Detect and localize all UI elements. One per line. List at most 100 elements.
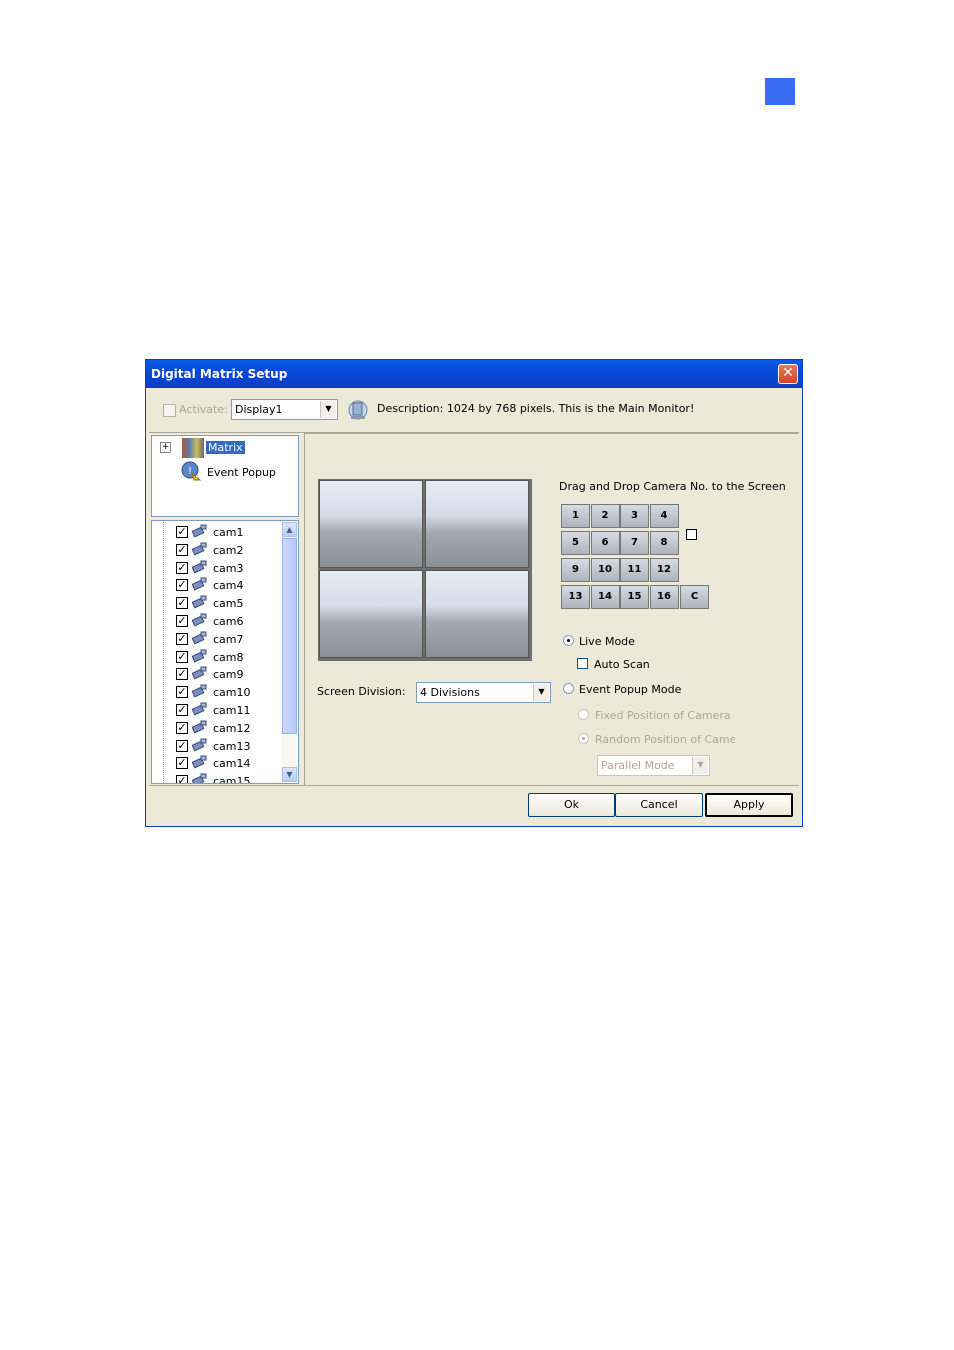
camera-checkbox[interactable]: ✓ [176,721,188,734]
camera-number-button[interactable]: 1 [561,504,590,528]
camera-number-button[interactable]: 8 [649,531,679,555]
camera-checkbox[interactable]: ✓ [176,739,188,752]
camera-list-item[interactable]: ✓ cam3 [152,559,282,577]
button-separator [149,785,799,786]
chevron-down-icon: ▼ [320,401,336,418]
matrix-panel: Drag and Drop Camera No. to the Screen 1… [304,433,798,785]
camera-number-button[interactable]: 14 [590,585,620,609]
screen-cell-4[interactable] [425,570,529,658]
event-popup-mode-label: Event Popup Mode [579,683,682,696]
digital-matrix-setup-dialog: Digital Matrix Setup ✕ Activate: Display… [145,359,803,827]
camera-number-button[interactable]: 3 [620,504,649,528]
apply-button[interactable]: Apply [705,793,793,817]
camera-label: cam8 [213,650,244,664]
camera-icon [192,738,207,752]
camera-list-item[interactable]: ✓ cam11 [152,701,282,719]
camera-number-button[interactable]: 4 [649,504,679,528]
camera-list-item[interactable]: ✓ cam14 [152,754,282,772]
tree-item-matrix[interactable]: Matrix [205,440,246,455]
camera-number-button[interactable]: 7 [620,531,649,555]
camera-list-item[interactable]: ✓ cam1 [152,523,282,541]
camera-checkbox[interactable]: ✓ [176,650,188,663]
camera-number-button[interactable]: 11 [620,558,649,582]
camera-number-button[interactable]: 2 [590,504,620,528]
mode-tree: + Matrix ! Event Popup [151,435,299,517]
camera-list-item[interactable]: ✓ cam6 [152,612,282,630]
camera-list-item[interactable]: ✓ cam5 [152,594,282,612]
camera-number-button[interactable]: 10 [590,558,620,582]
screen-cell-1[interactable] [319,480,423,568]
live-mode-radio[interactable] [563,635,574,646]
camera-list-item[interactable]: ✓ cam15 [152,772,282,784]
camera-checkbox[interactable]: ✓ [176,526,188,538]
layout-square-icon[interactable] [686,529,697,540]
auto-scan-label: Auto Scan [594,658,650,671]
camera-list-item[interactable]: ✓ cam2 [152,541,282,559]
scroll-up-icon[interactable]: ▲ [282,522,297,537]
camera-checkbox[interactable]: ✓ [176,668,188,681]
screen-division-label: Screen Division: [317,685,406,698]
camera-list-item[interactable]: ✓ cam12 [152,719,282,737]
camera-number-button[interactable]: 6 [590,531,620,555]
screen-cell-2[interactable] [425,480,529,568]
camera-checkbox[interactable]: ✓ [176,632,188,645]
camera-list-item[interactable]: ✓ cam7 [152,630,282,648]
live-mode-label: Live Mode [579,635,635,648]
toolbar: Activate: Display1 ▼ Description: 1024 b… [149,388,799,433]
screen-cell-3[interactable] [319,570,423,658]
camera-list-item[interactable]: ✓ cam10 [152,683,282,701]
camera-checkbox[interactable]: ✓ [176,579,188,592]
camera-label: cam14 [213,757,251,771]
camera-number-button[interactable]: 15 [620,585,649,609]
scroll-down-icon[interactable]: ▼ [282,767,297,782]
camera-icon [192,560,207,574]
camera-checkbox[interactable]: ✓ [176,543,188,556]
camera-label: cam5 [213,597,244,611]
expand-icon[interactable]: + [160,442,171,453]
camera-checkbox[interactable]: ✓ [176,757,188,770]
display-select[interactable]: Display1 ▼ [231,399,338,420]
camera-number-button[interactable]: 12 [649,558,679,582]
camera-label: cam2 [213,543,244,557]
camera-checkbox[interactable]: ✓ [176,775,188,783]
cancel-button[interactable]: Cancel [615,793,703,817]
camera-checkbox[interactable]: ✓ [176,615,188,627]
random-position-radio[interactable] [578,733,589,744]
camera-list: ✓ cam1 ✓ cam2 ✓ cam3 ✓ cam4 ✓ cam5 ✓ cam6 ✓ cam7 ✓ cam8… [151,520,299,784]
display-description: Description: 1024 by 768 pixels. This is… [377,402,695,415]
camera-icon [192,631,207,645]
clear-button[interactable]: C [680,585,709,609]
camera-number-button[interactable]: 13 [561,585,590,609]
drag-drop-title: Drag and Drop Camera No. to the Screen [559,480,786,493]
event-popup-mode-radio[interactable] [563,683,574,694]
dialog-title: Digital Matrix Setup [151,367,288,381]
camera-number-button[interactable]: 16 [649,585,679,609]
monitor-icon [348,400,368,420]
fixed-position-radio[interactable] [578,709,589,720]
title-bar[interactable]: Digital Matrix Setup ✕ [146,360,802,388]
close-button[interactable]: ✕ [778,364,798,384]
camera-checkbox[interactable]: ✓ [176,686,188,699]
parallel-mode-select[interactable]: Parallel Mode ▼ [597,755,710,776]
camera-list-item[interactable]: ✓ cam13 [152,737,282,755]
camera-number-button[interactable]: 5 [561,531,590,555]
camera-checkbox[interactable]: ✓ [176,597,188,610]
camera-checkbox[interactable]: ✓ [176,561,188,574]
camera-label: cam15 [213,775,251,784]
screen-division-select[interactable]: 4 Divisions ▼ [416,682,551,703]
camera-checkbox[interactable]: ✓ [176,704,188,716]
activate-checkbox[interactable] [163,404,176,417]
event-popup-icon: ! [181,461,202,481]
auto-scan-checkbox[interactable] [577,658,588,669]
tree-item-event-popup[interactable]: Event Popup [207,466,276,479]
camera-list-item[interactable]: ✓ cam8 [152,648,282,666]
camera-label: cam12 [213,721,251,735]
matrix-icon [182,438,204,458]
camera-icon [192,542,207,556]
ok-button[interactable]: Ok [528,793,615,817]
scroll-thumb[interactable] [282,538,297,734]
camera-number-button[interactable]: 9 [561,558,590,582]
camera-list-item[interactable]: ✓ cam4 [152,576,282,594]
camera-list-scrollbar[interactable]: ▲ ▼ [282,522,297,782]
camera-list-item[interactable]: ✓ cam9 [152,665,282,683]
